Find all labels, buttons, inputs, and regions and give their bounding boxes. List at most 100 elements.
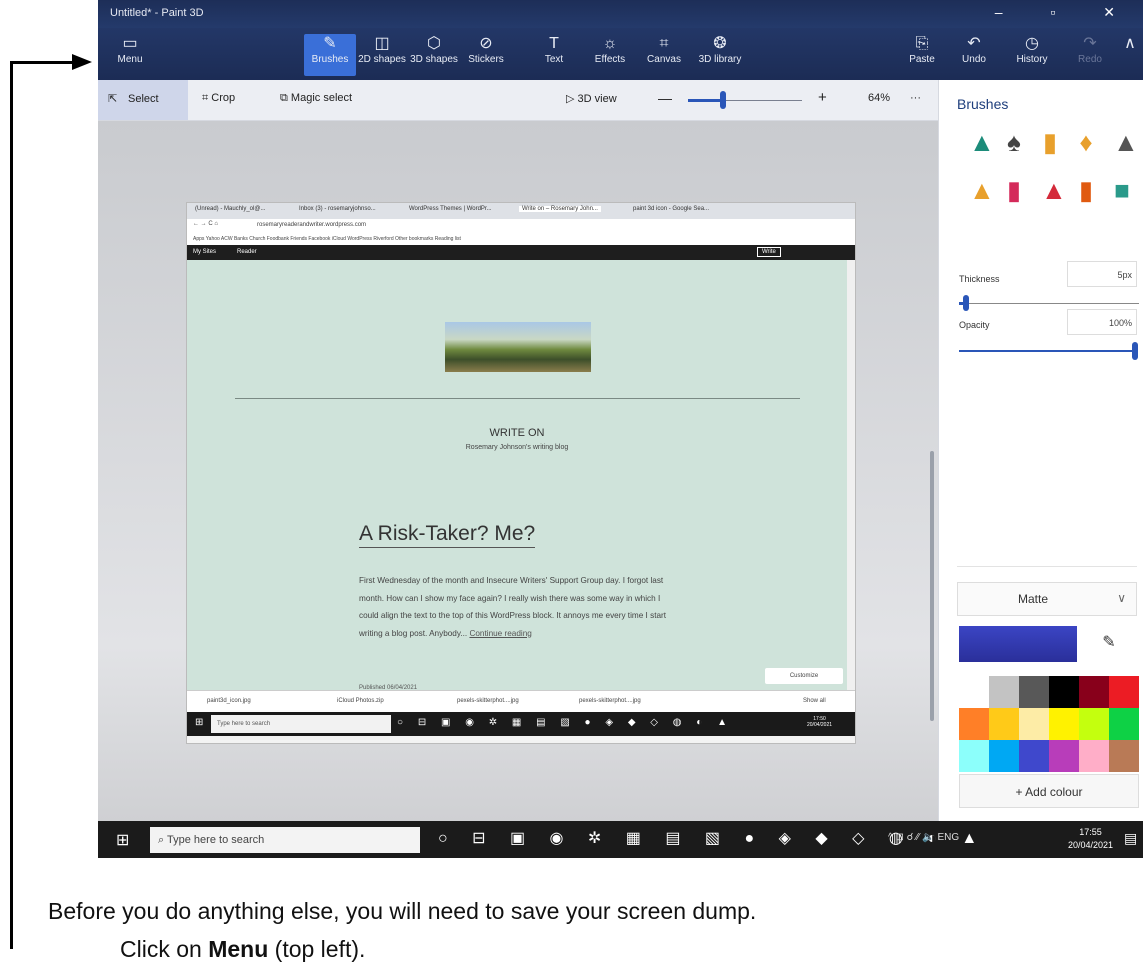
oil-brush-icon[interactable]: ▮: [1041, 124, 1059, 160]
undo-icon: ↶: [967, 35, 981, 52]
colour-palette: [959, 676, 1139, 772]
collapse-toolbar-button[interactable]: ∧: [1120, 34, 1140, 76]
calligraphy-pen-icon[interactable]: ♠: [1005, 124, 1023, 160]
brushes-button[interactable]: ✎ Brushes: [304, 34, 356, 76]
plus-icon: +: [1015, 785, 1023, 799]
colour-swatch[interactable]: [1049, 676, 1079, 708]
opacity-input[interactable]: 100%: [1067, 309, 1137, 335]
colour-swatch[interactable]: [1019, 708, 1049, 740]
window-controls[interactable]: – ▫ ✕: [995, 4, 1137, 21]
colour-swatch[interactable]: [1079, 740, 1109, 772]
colour-swatch[interactable]: [1019, 676, 1049, 708]
history-button[interactable]: ◷ History: [1006, 34, 1058, 76]
text-button[interactable]: T Text: [528, 34, 580, 76]
current-colour-swatch[interactable]: [959, 626, 1077, 662]
sticker-icon: ⊘: [479, 35, 493, 52]
wp-my-sites: My Sites: [193, 249, 217, 255]
eyedropper-icon[interactable]: ✎: [1089, 632, 1129, 656]
windows-start-icon: ⊞: [195, 717, 204, 728]
crop-button[interactable]: ⌗ Crop: [202, 92, 235, 105]
callout-line-horizontal: [10, 61, 74, 64]
zoom-out-button[interactable]: —: [658, 90, 672, 106]
blog-title: WRITE ON: [489, 427, 545, 439]
taskbar-search-box[interactable]: ⌕ Type here to search: [150, 827, 420, 853]
undo-button[interactable]: ↶ Undo: [948, 34, 1000, 76]
colour-swatch[interactable]: [1079, 676, 1109, 708]
colour-swatch[interactable]: [959, 708, 989, 740]
notification-icon[interactable]: ▤: [1124, 830, 1137, 847]
browser-tab: paint 3d icon - Google Sea...: [633, 206, 710, 212]
spray-can-icon[interactable]: ▮: [1077, 172, 1095, 208]
title-bar: Untitled* - Paint 3D – ▫ ✕: [98, 0, 1143, 28]
cube-icon: ⬡: [427, 35, 441, 52]
add-colour-button[interactable]: + Add colour: [959, 774, 1139, 808]
colour-swatch[interactable]: [989, 740, 1019, 772]
thickness-slider-thumb[interactable]: [963, 295, 969, 311]
library-icon: ❂: [713, 35, 727, 52]
library-3d-button[interactable]: ❂ 3D library: [694, 34, 746, 76]
colour-swatch[interactable]: [1079, 708, 1109, 740]
shapes2d-button[interactable]: ◫ 2D shapes: [356, 34, 408, 76]
more-options-button[interactable]: ···: [910, 92, 921, 104]
colour-swatch[interactable]: [1049, 708, 1079, 740]
nav-arrows-icon: ← → C ⌂: [193, 221, 218, 227]
zoom-in-button[interactable]: +: [818, 89, 827, 106]
menu-button[interactable]: ▭ Menu: [104, 34, 156, 76]
wp-write-button: Write: [757, 247, 781, 257]
download-item: pexels-skitterphot....jpg: [457, 698, 519, 704]
url-text: rosemaryreaderandwriter.wordpress.com: [257, 222, 367, 228]
thickness-input[interactable]: 5px: [1067, 261, 1137, 287]
magic-select-icon: ⧉: [280, 92, 288, 104]
continue-reading-link: Continue reading: [469, 628, 532, 638]
search-icon: ⌕: [158, 834, 165, 846]
colour-swatch[interactable]: [1019, 740, 1049, 772]
crop-icon: ⌗: [202, 92, 209, 104]
marker-brush-icon[interactable]: ▲: [969, 124, 995, 160]
pencil-icon[interactable]: ▲: [1113, 124, 1139, 160]
thickness-label: Thickness: [959, 274, 1000, 284]
colour-swatch[interactable]: [1109, 740, 1139, 772]
browser-tab: (Unread) - Mauchly_ol@...: [195, 206, 266, 212]
colour-swatch[interactable]: [1109, 708, 1139, 740]
select-button[interactable]: ⇱ Select: [98, 80, 188, 120]
effects-button[interactable]: ☼ Effects: [584, 34, 636, 76]
colour-swatch[interactable]: [1109, 676, 1139, 708]
fill-bucket-icon[interactable]: ■: [1113, 172, 1131, 208]
eraser-icon[interactable]: ▲: [969, 172, 995, 208]
pixel-pen-icon[interactable]: ▲: [1041, 172, 1067, 208]
finish-dropdown[interactable]: Matte ∨: [957, 582, 1137, 616]
canvas-vertical-scrollbar[interactable]: [930, 451, 934, 721]
inner-taskbar: ⊞ Type here to search ○ ⊟ ▣ ◉ ✲ ▦ ▤ ▧ ● …: [187, 712, 855, 736]
opacity-slider-track[interactable]: [959, 350, 1135, 352]
pasted-screenshot[interactable]: (Unread) - Mauchly_ol@... Inbox (3) - ro…: [186, 202, 856, 744]
taskbar-clock[interactable]: 17:55 20/04/2021: [1068, 826, 1113, 852]
arrow-right-icon: [72, 54, 92, 70]
colour-swatch[interactable]: [989, 708, 1019, 740]
zoom-slider-thumb[interactable]: [720, 91, 727, 109]
shapes3d-button[interactable]: ⬡ 3D shapes: [408, 34, 460, 76]
colour-swatch[interactable]: [989, 676, 1019, 708]
windows-start-icon[interactable]: ⊞: [116, 830, 129, 850]
view-3d-toggle[interactable]: ▷ 3D view: [566, 92, 617, 105]
magic-select-button[interactable]: ⧉ Magic select: [280, 92, 352, 105]
blog-tagline: Rosemary Johnson's writing blog: [465, 444, 569, 451]
menu-icon: ▭: [122, 35, 138, 52]
colour-swatch[interactable]: [1049, 740, 1079, 772]
inner-search-box: Type here to search: [211, 715, 391, 733]
colour-swatch[interactable]: [959, 740, 989, 772]
redo-button[interactable]: ↷ Redo: [1064, 34, 1116, 76]
colour-swatch[interactable]: [959, 676, 989, 708]
download-item: pexels-skitterphot....jpg: [579, 698, 641, 704]
browser-tab-strip: (Unread) - Mauchly_ol@... Inbox (3) - ro…: [187, 203, 855, 219]
opacity-label: Opacity: [959, 320, 990, 330]
opacity-slider-thumb[interactable]: [1132, 342, 1138, 360]
paste-button[interactable]: ⎘ Paste: [896, 34, 948, 76]
stickers-button[interactable]: ⊘ Stickers: [460, 34, 512, 76]
browser-tab: WordPress Themes | WordPr...: [409, 206, 492, 212]
thickness-slider-track[interactable]: [959, 303, 1139, 304]
system-tray[interactable]: ^ ⊡ ☌ ⁄⁄ 🔈 ENG: [888, 832, 959, 843]
canvas-button[interactable]: ⌗ Canvas: [638, 34, 690, 76]
watercolor-brush-icon[interactable]: ♦: [1077, 124, 1095, 160]
blog-header-photo: [445, 322, 591, 372]
crayon-icon[interactable]: ▮: [1005, 172, 1023, 208]
